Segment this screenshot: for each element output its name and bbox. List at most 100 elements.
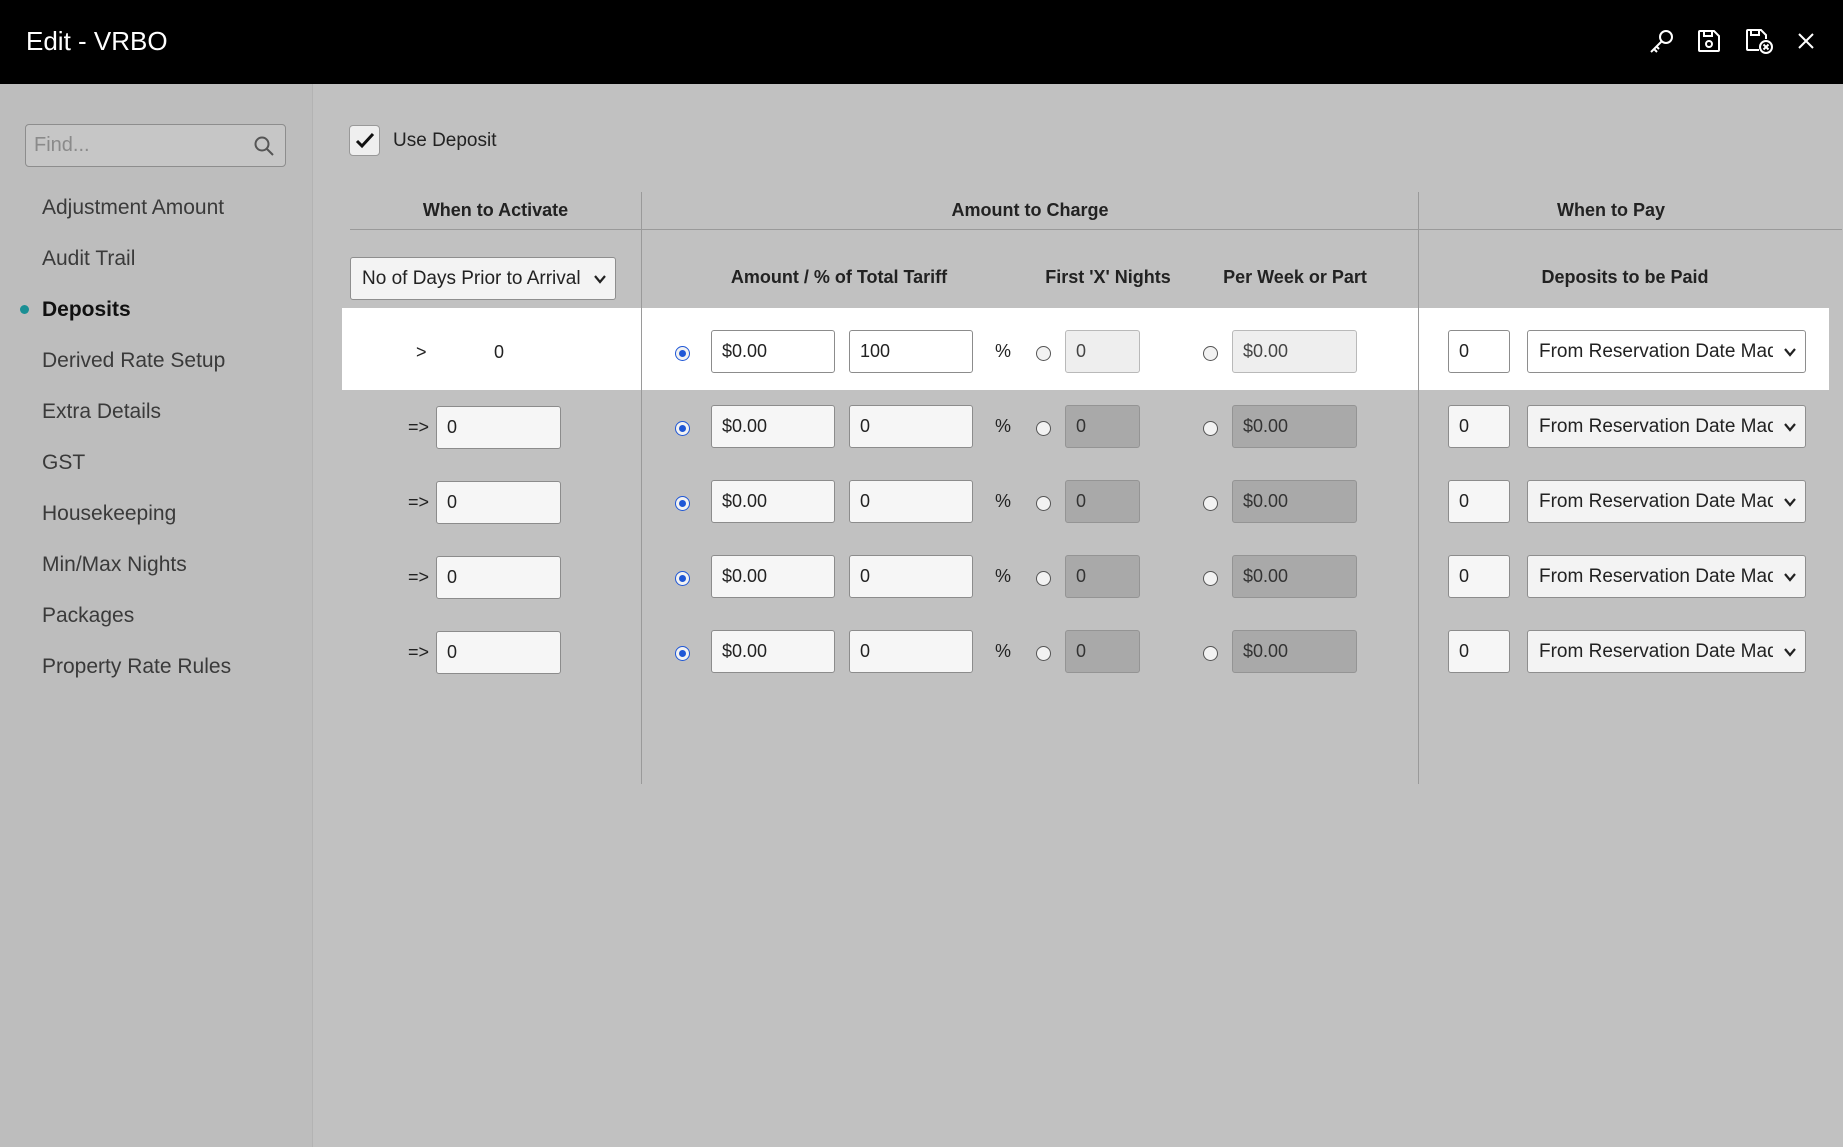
sidebar-item-label: Property Rate Rules bbox=[42, 655, 232, 678]
percent-input[interactable]: 0 bbox=[849, 405, 973, 448]
close-icon[interactable] bbox=[1789, 24, 1823, 58]
amount-radio[interactable] bbox=[675, 496, 690, 511]
per-week-radio[interactable] bbox=[1203, 346, 1218, 361]
activation-type-select[interactable]: No of Days Prior to Arrival bbox=[350, 257, 616, 300]
per-week-input[interactable]: $0.00 bbox=[1232, 480, 1357, 523]
row-days-value: 0 bbox=[494, 342, 505, 362]
percent-input[interactable]: 100 bbox=[849, 330, 973, 373]
percent-symbol: % bbox=[995, 341, 1012, 361]
chevron-down-icon bbox=[1784, 348, 1796, 357]
chevron-down-icon bbox=[1784, 423, 1796, 432]
first-x-nights-input[interactable]: 0 bbox=[1065, 630, 1140, 673]
pay-from-value: From Reservation Date Made bbox=[1539, 641, 1773, 662]
subheader-first-x-nights: First 'X' Nights bbox=[1045, 267, 1171, 287]
amount-radio[interactable] bbox=[675, 646, 690, 661]
pay-from-select[interactable]: From Reservation Date Made bbox=[1527, 630, 1806, 673]
pay-from-select[interactable]: From Reservation Date Made bbox=[1527, 555, 1806, 598]
pay-from-value: From Reservation Date Made bbox=[1539, 566, 1773, 587]
pay-from-select[interactable]: From Reservation Date Made bbox=[1527, 330, 1806, 373]
sidebar-item-min-max-nights[interactable]: Min/Max Nights bbox=[0, 539, 313, 590]
subheader-deposits-to-be-paid: Deposits to be Paid bbox=[1541, 267, 1709, 287]
pay-from-select[interactable]: From Reservation Date Made bbox=[1527, 480, 1806, 523]
deposits-count-input[interactable]: 0 bbox=[1448, 630, 1510, 673]
sidebar-item-label: Deposits bbox=[42, 298, 131, 321]
per-week-input[interactable]: $0.00 bbox=[1232, 555, 1357, 598]
sidebar-item-audit-trail[interactable]: Audit Trail bbox=[0, 233, 313, 284]
days-input[interactable]: 0 bbox=[436, 631, 561, 674]
days-input[interactable]: 0 bbox=[436, 556, 561, 599]
find-input[interactable] bbox=[34, 125, 244, 166]
per-week-radio[interactable] bbox=[1203, 421, 1218, 436]
per-week-input[interactable]: $0.00 bbox=[1232, 330, 1357, 373]
per-week-radio[interactable] bbox=[1203, 571, 1218, 586]
use-deposit-label: Use Deposit bbox=[393, 129, 497, 151]
sidebar-item-adjustment-amount[interactable]: Adjustment Amount bbox=[0, 182, 313, 233]
active-indicator-dot bbox=[20, 305, 29, 314]
sidebar-item-label: GST bbox=[42, 451, 86, 474]
row-operator: => bbox=[408, 567, 430, 587]
per-week-radio[interactable] bbox=[1203, 496, 1218, 511]
header-when-to-activate: When to Activate bbox=[422, 200, 569, 220]
first-x-nights-input[interactable]: 0 bbox=[1065, 330, 1140, 373]
first-x-nights-radio[interactable] bbox=[1036, 421, 1051, 436]
sidebar-item-gst[interactable]: GST bbox=[0, 437, 313, 488]
amount-input[interactable]: $0.00 bbox=[711, 630, 835, 673]
title-bar: Edit - VRBO bbox=[0, 0, 1843, 84]
save-and-close-icon[interactable] bbox=[1742, 24, 1776, 58]
sidebar-item-label: Min/Max Nights bbox=[42, 553, 187, 576]
amount-radio[interactable] bbox=[675, 346, 690, 361]
header-when-to-pay: When to Pay bbox=[1556, 200, 1665, 220]
amount-input[interactable]: $0.00 bbox=[711, 405, 835, 448]
sidebar-item-housekeeping[interactable]: Housekeeping bbox=[0, 488, 313, 539]
sidebar-nav: Adjustment Amount Audit Trail Deposits D… bbox=[0, 182, 313, 692]
days-input[interactable]: 0 bbox=[436, 481, 561, 524]
first-x-nights-input[interactable]: 0 bbox=[1065, 555, 1140, 598]
window-title: Edit - VRBO bbox=[26, 26, 168, 56]
sidebar-item-property-rate-rules[interactable]: Property Rate Rules bbox=[0, 641, 313, 692]
deposits-count-input[interactable]: 0 bbox=[1448, 405, 1510, 448]
sidebar-item-deposits[interactable]: Deposits bbox=[0, 284, 313, 335]
first-x-nights-radio[interactable] bbox=[1036, 646, 1051, 661]
first-x-nights-radio[interactable] bbox=[1036, 496, 1051, 511]
activation-type-value: No of Days Prior to Arrival bbox=[362, 268, 581, 289]
percent-input[interactable]: 0 bbox=[849, 555, 973, 598]
amount-input[interactable]: $0.00 bbox=[711, 480, 835, 523]
save-icon[interactable] bbox=[1692, 24, 1726, 58]
pay-from-select[interactable]: From Reservation Date Made bbox=[1527, 405, 1806, 448]
key-icon[interactable] bbox=[1645, 24, 1679, 58]
header-amount-to-charge: Amount to Charge bbox=[951, 200, 1109, 220]
pay-from-value: From Reservation Date Made bbox=[1539, 341, 1773, 362]
deposits-count-input[interactable]: 0 bbox=[1448, 330, 1510, 373]
amount-radio[interactable] bbox=[675, 571, 690, 586]
search-icon[interactable] bbox=[253, 135, 275, 162]
first-x-nights-radio[interactable] bbox=[1036, 346, 1051, 361]
find-box[interactable] bbox=[25, 124, 286, 167]
use-deposit-checkbox[interactable] bbox=[349, 125, 380, 156]
sidebar-item-derived-rate-setup[interactable]: Derived Rate Setup bbox=[0, 335, 313, 386]
subheader-per-week-or-part: Per Week or Part bbox=[1223, 267, 1367, 287]
deposits-count-input[interactable]: 0 bbox=[1448, 555, 1510, 598]
first-x-nights-input[interactable]: 0 bbox=[1065, 405, 1140, 448]
first-x-nights-input[interactable]: 0 bbox=[1065, 480, 1140, 523]
first-x-nights-radio[interactable] bbox=[1036, 571, 1051, 586]
sidebar-item-label: Derived Rate Setup bbox=[42, 349, 226, 372]
days-input[interactable]: 0 bbox=[436, 406, 561, 449]
sidebar-item-extra-details[interactable]: Extra Details bbox=[0, 386, 313, 437]
percent-input[interactable]: 0 bbox=[849, 480, 973, 523]
check-icon bbox=[355, 132, 374, 148]
chevron-down-icon bbox=[1784, 573, 1796, 582]
per-week-radio[interactable] bbox=[1203, 646, 1218, 661]
percent-input[interactable]: 0 bbox=[849, 630, 973, 673]
amount-input[interactable]: $0.00 bbox=[711, 555, 835, 598]
amount-input[interactable]: $0.00 bbox=[711, 330, 835, 373]
pay-from-value: From Reservation Date Made bbox=[1539, 491, 1773, 512]
deposits-count-input[interactable]: 0 bbox=[1448, 480, 1510, 523]
use-deposit-control[interactable]: Use Deposit bbox=[349, 125, 497, 156]
column-divider bbox=[641, 192, 642, 784]
row-operator: => bbox=[408, 492, 430, 512]
per-week-input[interactable]: $0.00 bbox=[1232, 630, 1357, 673]
amount-radio[interactable] bbox=[675, 421, 690, 436]
sidebar-item-packages[interactable]: Packages bbox=[0, 590, 313, 641]
per-week-input[interactable]: $0.00 bbox=[1232, 405, 1357, 448]
column-divider bbox=[1418, 192, 1419, 784]
